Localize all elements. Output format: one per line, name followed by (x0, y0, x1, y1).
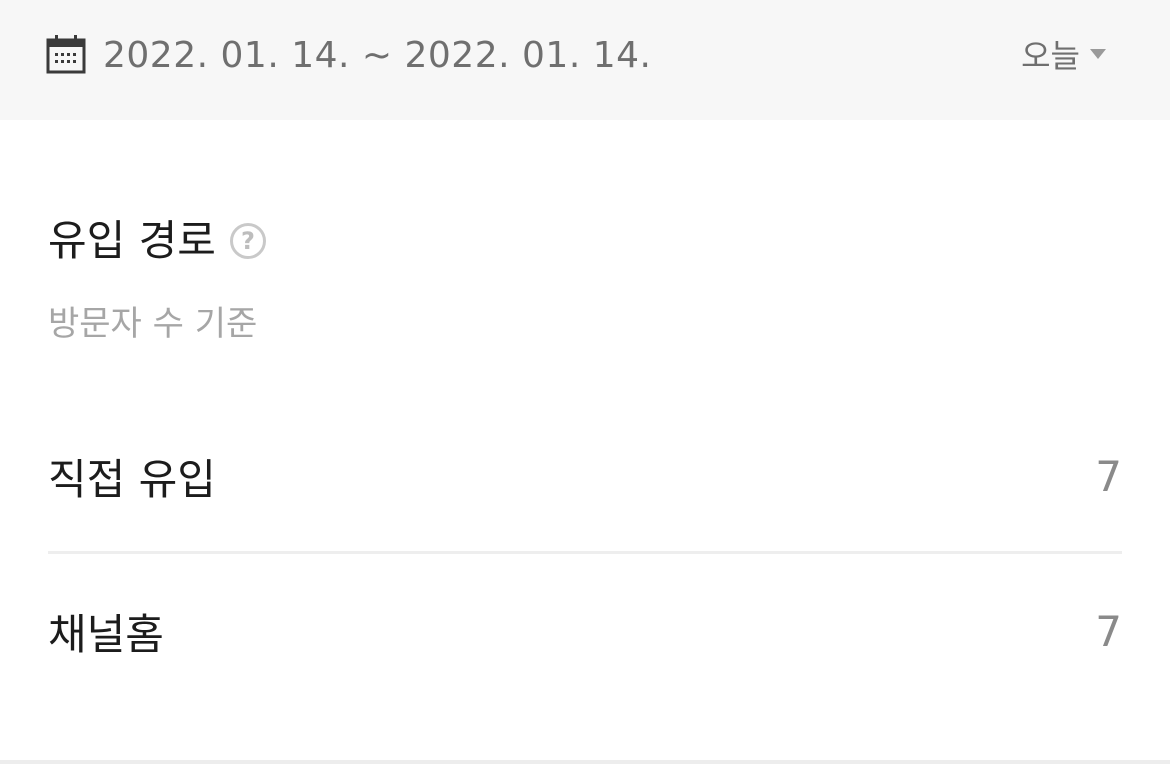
divider (48, 551, 1122, 554)
list-item: 채널홈 7 (48, 591, 1122, 671)
list-item-label: 채널홈 (48, 609, 164, 659)
date-range-text[interactable]: 2022. 01. 14. ~ 2022. 01. 14. (103, 34, 651, 78)
caret-down-icon (1090, 49, 1106, 59)
list-item: 직접 유입 7 (48, 436, 1122, 516)
help-icon[interactable]: ? (229, 223, 266, 259)
list-item-value: 7 (1095, 606, 1122, 656)
period-dropdown-label: 오늘 (1021, 37, 1080, 75)
list-item-value: 7 (1095, 451, 1122, 501)
calendar-icon[interactable] (46, 34, 86, 74)
bottom-divider (0, 760, 1170, 764)
list-item-label: 직접 유입 (48, 454, 216, 504)
section-title: 유입 경로 (48, 216, 216, 265)
section-subtitle: 방문자 수 기준 (48, 304, 258, 344)
period-dropdown[interactable]: 오늘 (1021, 34, 1106, 78)
date-range-bar: 2022. 01. 14. ~ 2022. 01. 14. 오늘 (0, 0, 1170, 120)
inflow-stats-page: 2022. 01. 14. ~ 2022. 01. 14. 오늘 유입 경로 ?… (0, 0, 1170, 765)
section-header: 유입 경로 ? (48, 215, 266, 267)
